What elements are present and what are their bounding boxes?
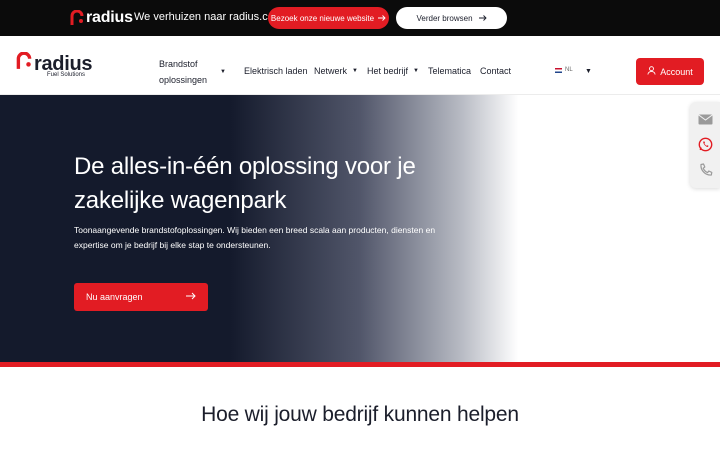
topbar-logo[interactable]: radius — [70, 9, 133, 27]
visit-new-website-button[interactable]: Bezoek onze nieuwe website — [268, 7, 389, 29]
main-navigation: radius Fuel Solutions Brandstof oplossin… — [0, 36, 720, 95]
mail-icon[interactable] — [698, 112, 713, 127]
announcement-bar: radius We verhuizen naar radius.com Bezo… — [0, 0, 720, 36]
nav-item-elektrisch-laden[interactable]: Elektrisch laden — [244, 66, 308, 76]
visit-new-website-label: Bezoek onze nieuwe website — [270, 13, 375, 23]
nav-item-contact[interactable]: Contact — [480, 66, 511, 76]
request-now-label: Nu aanvragen — [86, 292, 143, 302]
nav-item-label: Netwerk — [314, 66, 348, 76]
account-button[interactable]: Account — [636, 58, 704, 85]
request-now-button[interactable]: Nu aanvragen — [74, 283, 208, 311]
continue-browsing-label: Verder browsen — [416, 13, 473, 23]
whatsapp-icon[interactable] — [698, 137, 713, 152]
announcement-message: We verhuizen naar radius.com — [134, 11, 283, 23]
hero-section: De alles-in-één oplossing voor je zakeli… — [0, 95, 720, 362]
caret-down-icon: ▼ — [352, 68, 358, 74]
hero-text: Toonaangevende brandstofoplossingen. Wij… — [74, 225, 436, 250]
nav-item-brandstof-oplossingen[interactable]: Brandstof oplossingen ▼ — [159, 56, 233, 88]
caret-down-icon: ▼ — [413, 68, 419, 74]
netherlands-flag-icon — [555, 67, 562, 73]
section-title: Hoe wij jouw bedrijf kunnen helpen — [201, 403, 519, 426]
arrow-right-icon — [378, 14, 386, 23]
account-label: Account — [660, 66, 693, 77]
brand-subtitle: Fuel Solutions — [47, 72, 86, 78]
nav-item-label: Elektrisch laden — [244, 66, 308, 76]
nav-item-label: Telematica — [428, 66, 472, 76]
brand-logo[interactable]: radius Fuel Solutions — [16, 51, 93, 78]
arrow-right-icon — [478, 14, 487, 23]
language-label: NL — [565, 67, 573, 73]
radius-logo-icon — [16, 51, 32, 75]
caret-down-icon: ▼ — [220, 69, 226, 75]
arrow-right-icon — [186, 292, 196, 302]
nav-item-netwerk[interactable]: Netwerk ▼ — [314, 66, 358, 76]
nav-item-label: Het bedrijf — [367, 66, 409, 76]
nav-item-het-bedrijf[interactable]: Het bedrijf ▼ — [367, 66, 419, 76]
continue-browsing-button[interactable]: Verder browsen — [396, 7, 507, 29]
hero-title: De alles-in-één oplossing voor je zakeli… — [74, 153, 416, 214]
hero-red-divider — [0, 362, 720, 367]
nav-item-label: Brandstof oplossingen — [159, 59, 208, 85]
language-caret-down-icon[interactable]: ▼ — [585, 68, 592, 75]
topbar-logo-text: radius — [86, 9, 133, 26]
brand-name: radius — [34, 52, 93, 75]
radius-logo-icon — [70, 9, 84, 26]
phone-icon[interactable] — [698, 162, 713, 177]
contact-widget — [690, 102, 720, 188]
nav-item-telematica[interactable]: Telematica — [428, 66, 471, 76]
user-icon — [647, 66, 656, 77]
nav-item-label: Contact — [480, 66, 512, 76]
language-selector[interactable]: NL — [555, 67, 573, 73]
